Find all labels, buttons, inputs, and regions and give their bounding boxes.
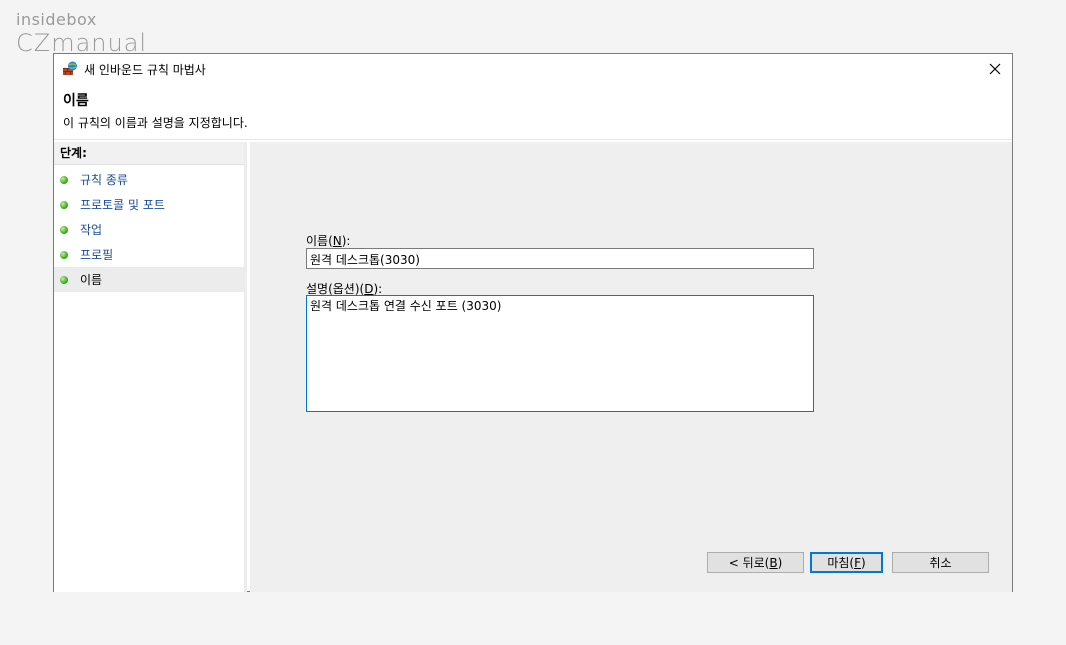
close-button[interactable] [978, 54, 1012, 84]
finish-label-prefix: 마침( [827, 556, 855, 570]
firewall-icon [62, 61, 78, 77]
step-label: 프로필 [80, 248, 114, 262]
cancel-button[interactable]: 취소 [892, 552, 989, 573]
step-label: 규칙 종류 [80, 173, 128, 187]
name-label-suffix: ): [341, 234, 351, 248]
step-name[interactable]: 이름 [54, 267, 244, 292]
step-protocol-port[interactable]: 프로토콜 및 포트 [54, 192, 244, 217]
finish-label-suffix: ) [860, 555, 866, 570]
content-area: 이름(N): 원격 데스크톱(3030) 설명(옵션)(D): 원격 데스크톱 … [250, 142, 1012, 592]
watermark-line1: insidebox [16, 10, 97, 29]
step-bullet-icon [60, 175, 68, 184]
title-bar: 새 인바운드 규칙 마법사 [54, 54, 1012, 84]
header-divider [54, 139, 1012, 140]
page-title: 이름 [63, 93, 89, 109]
back-button[interactable]: < 뒤로(B) [707, 552, 804, 573]
step-label: 작업 [80, 223, 103, 237]
window-title: 새 인바운드 규칙 마법사 [84, 62, 206, 77]
step-profile[interactable]: 프로필 [54, 242, 244, 267]
wizard-header: 이름 이 규칙의 이름과 설명을 지정합니다. [54, 84, 1012, 140]
name-label-mnemonic: N [332, 234, 342, 248]
description-field[interactable]: 원격 데스크톱 연결 수신 포트 (3030) [306, 295, 814, 412]
description-label-suffix: ): [373, 282, 383, 296]
back-label-prefix: < 뒤로( [728, 556, 770, 570]
step-label: 이름 [80, 273, 103, 287]
step-rule-type[interactable]: 규칙 종류 [54, 167, 244, 192]
step-bullet-icon [60, 225, 68, 234]
step-label: 프로토콜 및 포트 [80, 198, 165, 212]
back-label-suffix: ) [777, 555, 783, 570]
step-bullet-icon [60, 200, 68, 209]
steps-panel: 단계: 규칙 종류 프로토콜 및 포트 작업 프로필 이름 [54, 142, 247, 592]
name-field[interactable]: 원격 데스크톱(3030) [306, 248, 814, 269]
watermark-logo: insidebox CZmanual [16, 10, 147, 56]
finish-button[interactable]: 마침(F) [810, 552, 883, 573]
back-label-mnemonic: B [769, 555, 778, 570]
description-label-prefix: 설명(옵션)( [306, 282, 365, 296]
step-bullet-icon [60, 275, 68, 284]
steps-header: 단계: [54, 142, 244, 165]
step-action[interactable]: 작업 [54, 217, 244, 242]
step-bullet-icon [60, 250, 68, 259]
page-subtitle: 이 규칙의 이름과 설명을 지정합니다. [63, 116, 248, 130]
wizard-window: 새 인바운드 규칙 마법사 이름 이 규칙의 이름과 설명을 지정합니다. 단계… [53, 53, 1013, 592]
name-label: 이름(N): [306, 232, 350, 249]
close-icon [989, 63, 1001, 75]
name-label-prefix: 이름( [306, 234, 333, 248]
finish-label-mnemonic: F [854, 555, 861, 570]
